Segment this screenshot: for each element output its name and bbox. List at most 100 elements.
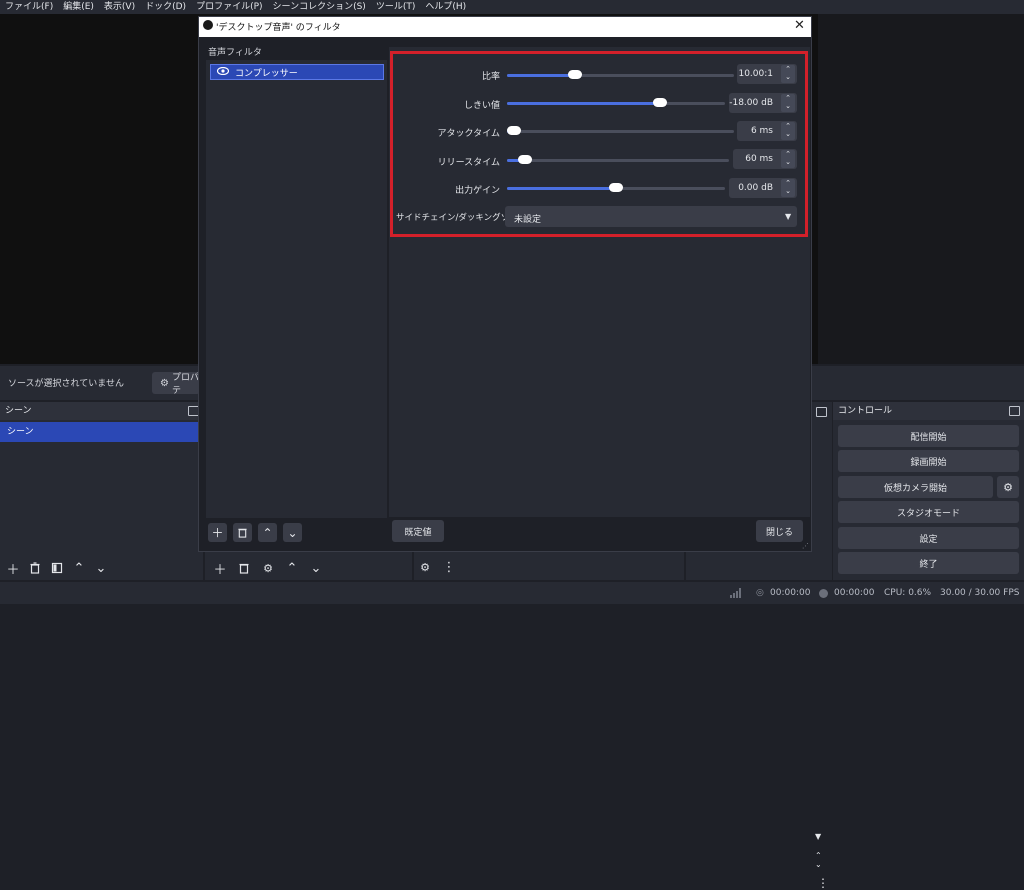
mixer-toolbar: ⚙ ⋮ bbox=[416, 558, 458, 576]
filter-list bbox=[206, 60, 387, 518]
virtual-camera-settings-gear-icon[interactable]: ⚙ bbox=[997, 476, 1019, 498]
slider-handle[interactable] bbox=[506, 126, 521, 135]
slider-handle[interactable] bbox=[568, 70, 583, 79]
release-time-slider[interactable] bbox=[507, 155, 729, 164]
studio-mode-button[interactable]: スタジオモード bbox=[838, 501, 1019, 523]
spin-updown-icon[interactable]: ⌃ ⌄ bbox=[781, 150, 795, 168]
start-virtual-camera-button[interactable]: 仮想カメラ開始 bbox=[838, 476, 993, 498]
obs-logo-icon bbox=[203, 20, 213, 30]
attack-time-spinbox[interactable]: 6 ms ⌃ ⌄ bbox=[737, 121, 797, 141]
close-icon[interactable]: ✕ bbox=[794, 18, 805, 33]
output-gain-value: 0.00 dB bbox=[738, 183, 773, 193]
sources-toolbar: ＋ ⚙ ⌃ ⌄ bbox=[207, 556, 412, 580]
eye-icon[interactable] bbox=[216, 66, 230, 78]
transitions-controls: ▼ ⌃ ⌄ ⋮ bbox=[810, 402, 832, 890]
menu-view[interactable]: 表示(V) bbox=[99, 0, 140, 14]
ratio-spinbox[interactable]: 10.00:1 ⌃ ⌄ bbox=[737, 64, 797, 84]
preview-side-area bbox=[818, 14, 1024, 364]
menu-edit[interactable]: 編集(E) bbox=[58, 0, 99, 14]
dropdown-arrow-icon[interactable]: ▼ bbox=[785, 212, 791, 221]
spin-updown-icon[interactable]: ⌃ ⌄ bbox=[781, 65, 795, 83]
chevron-up-icon[interactable]: ⌃ bbox=[283, 559, 301, 577]
menu-help[interactable]: ヘルプ(H) bbox=[420, 0, 471, 14]
chevron-down-icon[interactable]: ⌄ bbox=[283, 523, 302, 542]
slider-fill bbox=[507, 74, 576, 77]
plus-icon[interactable]: ＋ bbox=[4, 559, 22, 578]
advanced-audio-gear-icon[interactable]: ⚙ bbox=[416, 558, 434, 576]
spin-updown-icon[interactable]: ⌃ ⌄ bbox=[781, 94, 795, 112]
output-gain-spinbox[interactable]: 0.00 dB ⌃ ⌄ bbox=[729, 178, 797, 198]
scenes-dock-header: シーン bbox=[0, 402, 203, 420]
menu-profile[interactable]: プロファイル(P) bbox=[191, 0, 267, 14]
slider-fill bbox=[507, 102, 660, 105]
scene-list-item[interactable]: シーン bbox=[0, 422, 203, 442]
close-button[interactable]: 閉じる bbox=[756, 520, 803, 542]
stream-time: 00:00:00 bbox=[770, 588, 811, 598]
slider-handle[interactable] bbox=[517, 155, 532, 164]
start-recording-button[interactable]: 録画開始 bbox=[838, 450, 1019, 472]
undock-icon[interactable] bbox=[816, 407, 827, 417]
filter-panel-icon[interactable] bbox=[48, 559, 66, 577]
stream-status-icon: ◎ bbox=[756, 588, 764, 598]
release-time-label: リリースタイム bbox=[437, 158, 500, 168]
attack-time-label: アタックタイム bbox=[437, 129, 500, 139]
scenes-toolbar: ＋ ⌃ ⌄ bbox=[0, 556, 203, 580]
no-source-label: ソースが選択されていません bbox=[8, 379, 125, 389]
ratio-label: 比率 bbox=[481, 72, 500, 82]
cpu-usage: CPU: 0.6% bbox=[884, 588, 932, 598]
chevron-up-icon[interactable]: ⌃ bbox=[70, 559, 88, 577]
chevron-up-icon[interactable]: ⌃ bbox=[258, 523, 277, 542]
attack-time-slider[interactable] bbox=[506, 126, 734, 135]
properties-button[interactable]: ⚙ プロパテ bbox=[152, 372, 200, 396]
attack-time-value: 6 ms bbox=[750, 126, 773, 136]
ratio-slider[interactable] bbox=[507, 70, 734, 79]
release-time-value: 60 ms bbox=[745, 154, 773, 164]
trash-icon[interactable] bbox=[26, 559, 44, 577]
chevron-down-icon[interactable]: ⌄ bbox=[92, 559, 110, 577]
spin-updown-icon[interactable]: ⌃ ⌄ bbox=[781, 179, 795, 197]
trash-icon[interactable] bbox=[235, 559, 253, 577]
menu-bar: ファイル(F) 編集(E) 表示(V) ドック(D) プロファイル(P) シーン… bbox=[0, 0, 1024, 14]
undock-icon[interactable] bbox=[1009, 406, 1020, 416]
threshold-spinbox[interactable]: -18.00 dB ⌃ ⌄ bbox=[729, 93, 797, 113]
filter-list-item[interactable]: コンプレッサー bbox=[210, 64, 384, 80]
audio-filters-label: 音声フィルタ bbox=[208, 48, 262, 58]
release-time-spinbox[interactable]: 60 ms ⌃ ⌄ bbox=[733, 149, 797, 169]
output-gain-slider[interactable] bbox=[507, 183, 725, 192]
menu-dock[interactable]: ドック(D) bbox=[140, 0, 191, 14]
settings-button[interactable]: 設定 bbox=[838, 527, 1019, 549]
plus-icon[interactable]: ＋ bbox=[211, 559, 229, 578]
trash-icon[interactable] bbox=[233, 523, 252, 542]
menu-tools[interactable]: ツール(T) bbox=[371, 0, 421, 14]
exit-button[interactable]: 終了 bbox=[838, 552, 1019, 574]
threshold-value: -18.00 dB bbox=[729, 98, 773, 108]
slider-handle[interactable] bbox=[652, 98, 667, 107]
properties-label: プロパテ bbox=[171, 373, 199, 396]
dialog-title: 'デスクトップ音声' のフィルタ bbox=[216, 23, 341, 33]
record-status-icon bbox=[819, 589, 828, 598]
threshold-slider[interactable] bbox=[507, 98, 725, 107]
kebab-menu-icon[interactable]: ⋮ bbox=[440, 558, 458, 576]
sidechain-source-select[interactable] bbox=[505, 206, 797, 227]
spin-updown-icon[interactable]: ⌃ ⌄ bbox=[815, 851, 822, 869]
chevron-down-icon[interactable]: ⌄ bbox=[307, 559, 325, 577]
gear-icon: ⚙ bbox=[160, 377, 169, 389]
record-time: 00:00:00 bbox=[834, 588, 875, 598]
menu-file[interactable]: ファイル(F) bbox=[0, 0, 58, 14]
menu-scene-collection[interactable]: シーンコレクション(S) bbox=[268, 0, 371, 14]
dropdown-arrow-icon[interactable]: ▼ bbox=[815, 832, 821, 841]
ratio-value: 10.00:1 bbox=[738, 69, 773, 79]
gear-icon[interactable]: ⚙ bbox=[259, 559, 277, 577]
defaults-button[interactable]: 既定値 bbox=[392, 520, 444, 542]
slider-handle[interactable] bbox=[609, 183, 623, 192]
scenes-dock-title: シーン bbox=[5, 406, 32, 416]
kebab-menu-icon[interactable]: ⋮ bbox=[817, 876, 829, 890]
resize-grip-icon[interactable]: ⋰ bbox=[802, 542, 809, 550]
controls-dock-title: コントロール bbox=[838, 406, 893, 416]
slider-fill bbox=[507, 187, 616, 190]
controls-dock-header: コントロール bbox=[833, 402, 1024, 420]
spin-updown-icon[interactable]: ⌃ ⌄ bbox=[781, 122, 795, 140]
start-streaming-button[interactable]: 配信開始 bbox=[838, 425, 1019, 447]
plus-icon[interactable]: ＋ bbox=[208, 523, 227, 542]
threshold-label: しきい値 bbox=[463, 101, 500, 111]
